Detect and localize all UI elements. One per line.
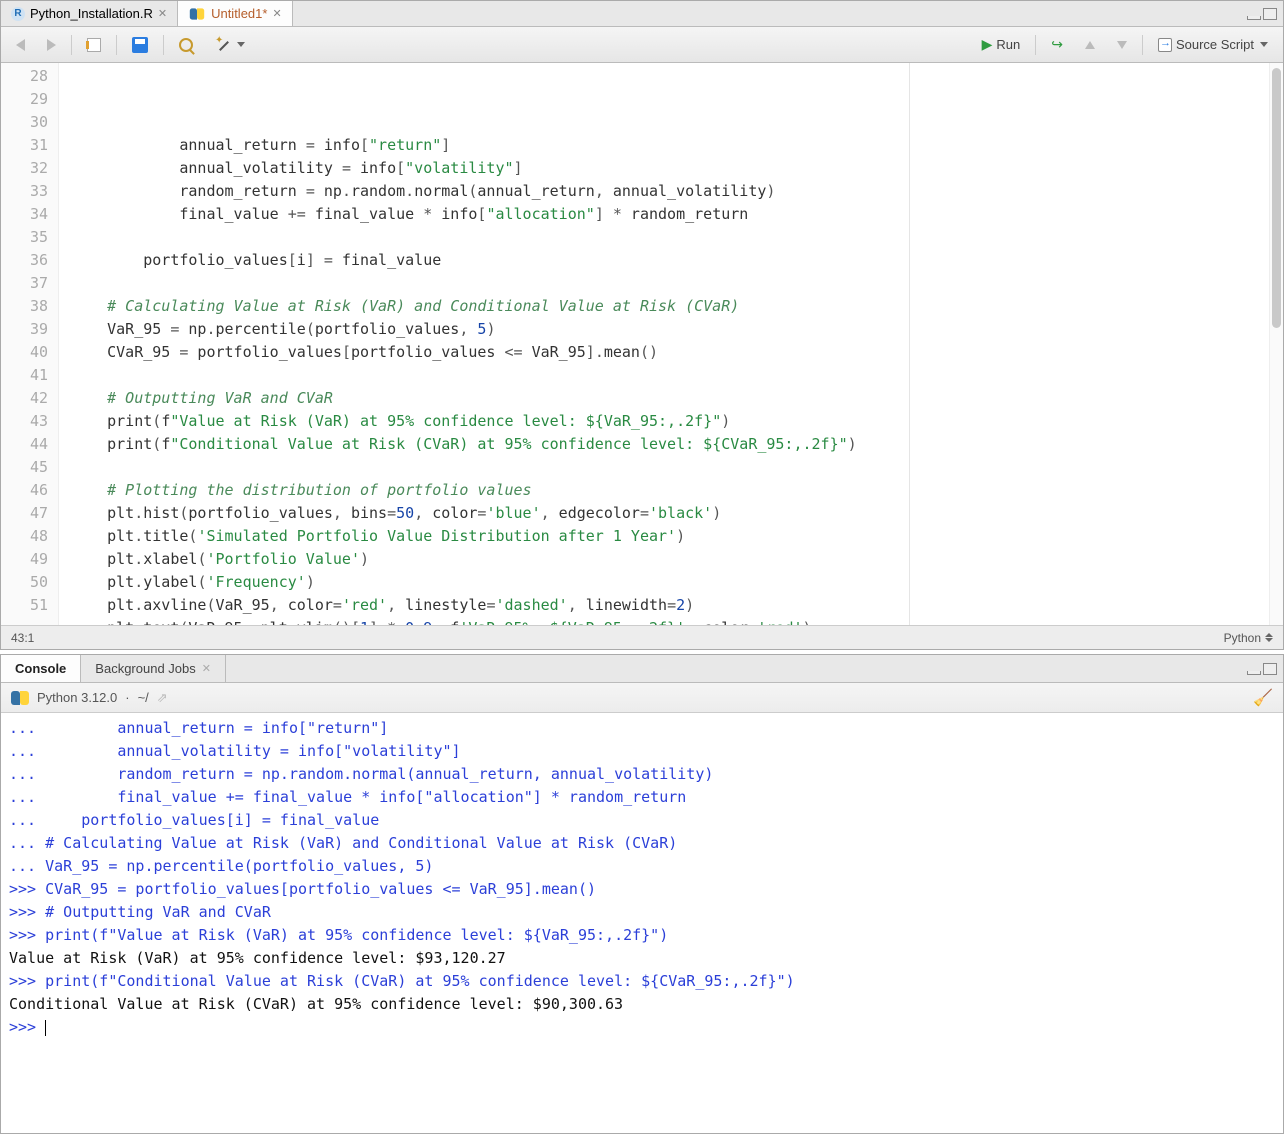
language-label: Python — [1224, 631, 1261, 645]
maximize-pane-icon[interactable] — [1263, 8, 1277, 20]
source-script-button[interactable]: Source Script — [1151, 34, 1275, 55]
margin-guide — [909, 63, 910, 625]
code-tools-button[interactable] — [208, 34, 252, 56]
share-icon[interactable]: ⇗ — [157, 690, 168, 706]
tab-untitled1[interactable]: Untitled1* ✕ — [178, 1, 293, 26]
run-label: Run — [996, 37, 1020, 52]
separator — [116, 35, 117, 55]
working-directory[interactable]: ~/ — [138, 690, 149, 705]
clear-console-button[interactable]: 🧹 — [1253, 688, 1273, 708]
wand-icon — [215, 37, 231, 53]
code-content[interactable]: annual_return = info["return"] annual_vo… — [59, 63, 1283, 625]
chevron-down-icon — [1260, 42, 1268, 47]
dot-separator: · — [125, 690, 129, 705]
maximize-pane-icon[interactable] — [1263, 663, 1277, 675]
python-logo-icon — [11, 689, 29, 707]
separator — [71, 35, 72, 55]
arrow-right-icon — [47, 39, 56, 51]
vertical-scrollbar[interactable] — [1269, 63, 1283, 625]
updown-caret-icon — [1265, 633, 1273, 642]
editor-toolbar: ▶ Run ↪ Source Script — [1, 27, 1283, 63]
arrow-left-icon — [16, 39, 25, 51]
show-in-new-window-button[interactable] — [80, 35, 108, 55]
source-icon — [1158, 38, 1172, 52]
editor-pane: R Python_Installation.R ✕ Untitled1* ✕ ▶… — [0, 0, 1284, 650]
tab-label: Console — [15, 661, 66, 676]
run-icon: ▶ — [982, 36, 993, 53]
console-tabbar: Console Background Jobs ✕ — [1, 655, 1283, 683]
save-button[interactable] — [125, 34, 155, 56]
minimize-pane-icon[interactable] — [1247, 16, 1261, 20]
line-gutter: 2829303132333435363738394041424344454647… — [1, 63, 59, 625]
chevron-down-icon — [237, 42, 245, 47]
rerun-icon: ↪ — [1051, 36, 1063, 53]
console-pane: Console Background Jobs ✕ Python 3.12.0 … — [0, 654, 1284, 1134]
minimize-pane-icon[interactable] — [1247, 671, 1261, 675]
arrow-up-icon — [1085, 41, 1095, 49]
tab-label: Background Jobs — [95, 661, 195, 676]
run-button[interactable]: ▶ Run — [975, 33, 1028, 56]
console-output[interactable]: ... annual_return = info["return"]... an… — [1, 713, 1283, 1133]
r-file-icon: R — [11, 7, 25, 21]
nav-forward-button[interactable] — [40, 36, 63, 54]
editor-tabbar: R Python_Installation.R ✕ Untitled1* ✕ — [1, 1, 1283, 27]
scrollbar-thumb[interactable] — [1272, 68, 1281, 328]
separator — [163, 35, 164, 55]
editor-statusbar: 43:1 Python — [1, 625, 1283, 649]
find-replace-button[interactable] — [172, 35, 200, 55]
arrow-down-icon — [1117, 41, 1127, 49]
tab-background-jobs[interactable]: Background Jobs ✕ — [81, 655, 226, 682]
close-icon[interactable]: ✕ — [272, 7, 281, 20]
close-icon[interactable]: ✕ — [202, 662, 211, 675]
code-editor[interactable]: 2829303132333435363738394041424344454647… — [1, 63, 1283, 625]
rerun-button[interactable]: ↪ — [1044, 33, 1070, 56]
save-icon — [132, 37, 148, 53]
interpreter-label: Python 3.12.0 — [37, 690, 117, 705]
tab-python-installation-r[interactable]: R Python_Installation.R ✕ — [1, 1, 178, 26]
section-down-button[interactable] — [1110, 38, 1134, 52]
tab-label: Python_Installation.R — [30, 6, 153, 21]
separator — [1035, 35, 1036, 55]
search-icon — [179, 38, 193, 52]
python-file-icon — [190, 6, 204, 20]
popout-icon — [87, 38, 101, 52]
tab-console[interactable]: Console — [1, 655, 81, 682]
separator — [1142, 35, 1143, 55]
tab-label: Untitled1* — [211, 6, 267, 21]
section-up-button[interactable] — [1078, 38, 1102, 52]
pane-window-controls — [1247, 8, 1283, 20]
nav-back-button[interactable] — [9, 36, 32, 54]
close-icon[interactable]: ✕ — [158, 7, 167, 20]
console-info-bar: Python 3.12.0 · ~/ ⇗ 🧹 — [1, 683, 1283, 713]
language-selector[interactable]: Python — [1224, 631, 1273, 645]
source-label: Source Script — [1176, 37, 1254, 52]
pane-window-controls — [1247, 663, 1283, 675]
cursor-position: 43:1 — [11, 631, 34, 645]
